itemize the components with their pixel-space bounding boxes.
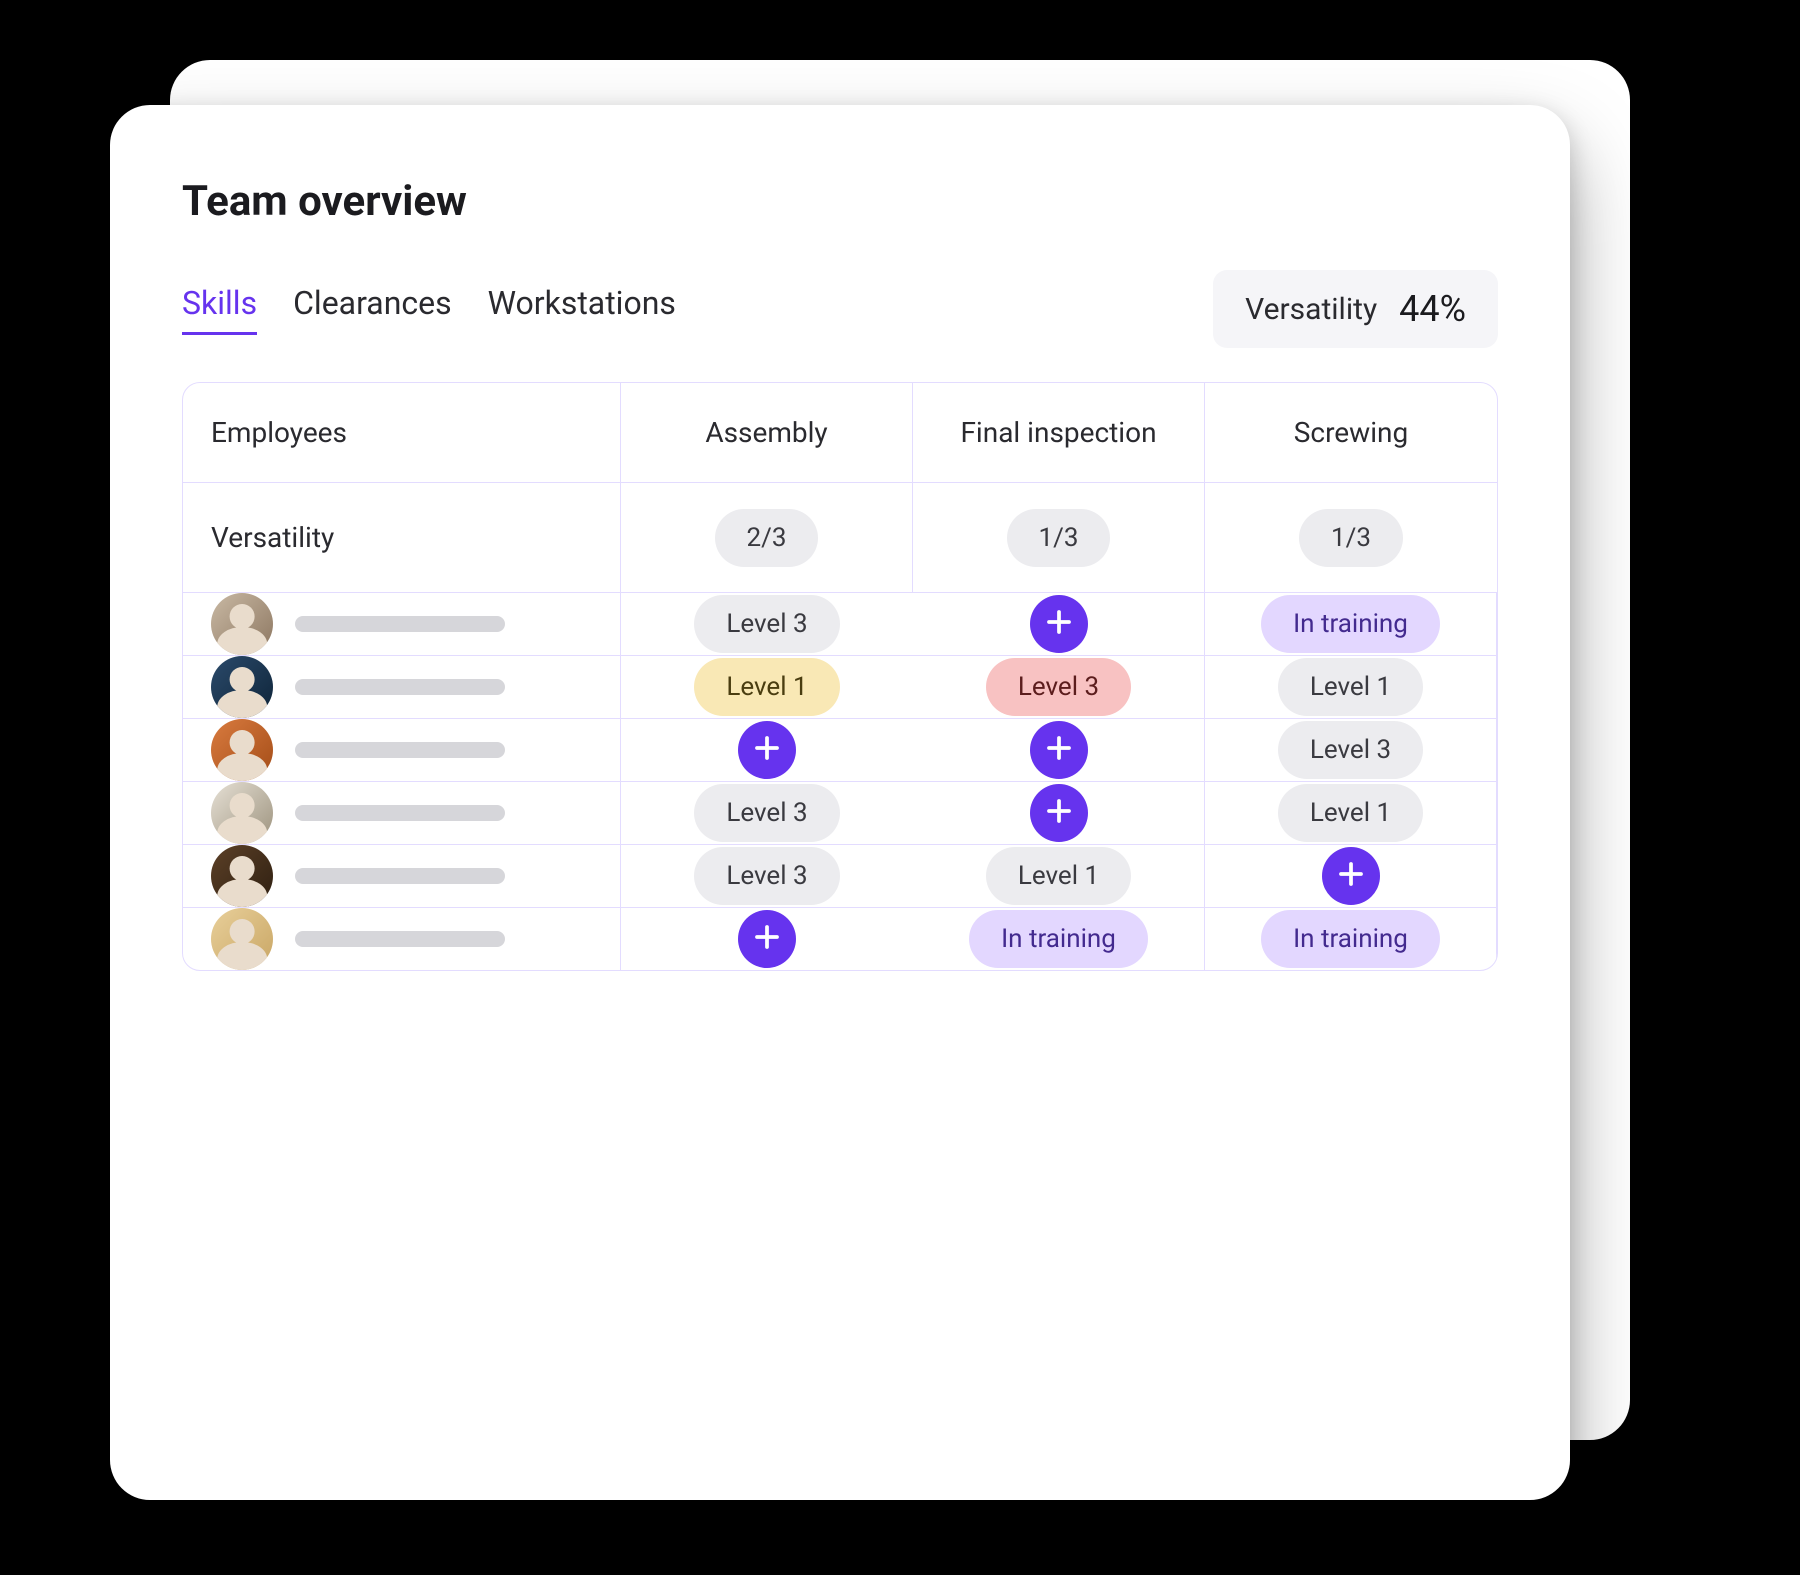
skill-pill[interactable]: Level 3 bbox=[1278, 721, 1423, 779]
tab-skills[interactable]: Skills bbox=[182, 284, 257, 335]
versatility-value: 44% bbox=[1399, 288, 1466, 330]
employee-name-placeholder bbox=[295, 679, 505, 695]
plus-icon bbox=[1336, 859, 1366, 893]
skill-cell: Level 3 bbox=[1205, 719, 1497, 782]
add-skill-button[interactable] bbox=[738, 910, 796, 968]
plus-icon bbox=[752, 922, 782, 956]
avatar bbox=[211, 782, 273, 844]
employee-cell[interactable] bbox=[183, 593, 621, 656]
tab-clearances[interactable]: Clearances bbox=[293, 284, 452, 335]
add-skill-button[interactable] bbox=[1030, 784, 1088, 842]
plus-icon bbox=[1044, 607, 1074, 641]
avatar bbox=[211, 656, 273, 718]
skill-cell: In training bbox=[913, 908, 1205, 970]
skill-cell: Level 3 bbox=[621, 845, 913, 908]
skill-pill[interactable]: Level 3 bbox=[694, 784, 839, 842]
skill-cell: Level 1 bbox=[913, 845, 1205, 908]
skill-cell: Level 3 bbox=[913, 656, 1205, 719]
skill-pill[interactable]: Level 1 bbox=[694, 658, 839, 716]
skill-pill[interactable]: Level 1 bbox=[986, 847, 1131, 905]
versatility-screwing: 1/3 bbox=[1205, 483, 1497, 593]
col-header-assembly: Assembly bbox=[621, 383, 913, 483]
plus-icon bbox=[752, 733, 782, 767]
tabs: Skills Clearances Workstations bbox=[182, 284, 676, 335]
skill-pill[interactable]: Level 3 bbox=[694, 595, 839, 653]
skill-cell: In training bbox=[1205, 593, 1497, 656]
skill-pill[interactable]: Level 1 bbox=[1278, 784, 1423, 842]
tab-workstations[interactable]: Workstations bbox=[488, 284, 676, 335]
avatar bbox=[211, 593, 273, 655]
employee-name-placeholder bbox=[295, 868, 505, 884]
add-skill-button[interactable] bbox=[738, 721, 796, 779]
col-header-screwing: Screwing bbox=[1205, 383, 1497, 483]
skill-pill[interactable]: In training bbox=[1261, 595, 1440, 653]
skill-pill[interactable]: Level 1 bbox=[1278, 658, 1423, 716]
skill-cell: Level 1 bbox=[621, 656, 913, 719]
avatar bbox=[211, 719, 273, 781]
add-skill-button[interactable] bbox=[1030, 721, 1088, 779]
tabs-row: Skills Clearances Workstations Versatili… bbox=[182, 270, 1498, 348]
add-skill-button[interactable] bbox=[1030, 595, 1088, 653]
employee-cell[interactable] bbox=[183, 845, 621, 908]
add-skill-button[interactable] bbox=[1322, 847, 1380, 905]
skill-cell bbox=[621, 719, 913, 782]
versatility-label: Versatility bbox=[1245, 292, 1377, 327]
skill-pill[interactable]: In training bbox=[969, 910, 1148, 968]
col-header-final-inspection: Final inspection bbox=[913, 383, 1205, 483]
avatar bbox=[211, 908, 273, 970]
skill-pill[interactable]: Level 3 bbox=[694, 847, 839, 905]
employee-name-placeholder bbox=[295, 616, 505, 632]
skill-cell: In training bbox=[1205, 908, 1497, 970]
skill-cell bbox=[913, 782, 1205, 845]
employee-name-placeholder bbox=[295, 805, 505, 821]
skill-cell bbox=[1205, 845, 1497, 908]
versatility-row-label: Versatility bbox=[183, 483, 621, 593]
skill-cell: Level 3 bbox=[621, 782, 913, 845]
skill-pill[interactable]: In training bbox=[1261, 910, 1440, 968]
employee-cell[interactable] bbox=[183, 782, 621, 845]
employee-name-placeholder bbox=[295, 931, 505, 947]
skill-pill[interactable]: Level 3 bbox=[986, 658, 1131, 716]
col-header-employees: Employees bbox=[183, 383, 621, 483]
plus-icon bbox=[1044, 733, 1074, 767]
employee-name-placeholder bbox=[295, 742, 505, 758]
skill-cell bbox=[913, 719, 1205, 782]
team-overview-card: Team overview Skills Clearances Workstat… bbox=[110, 105, 1570, 1500]
skill-cell: Level 1 bbox=[1205, 782, 1497, 845]
employee-cell[interactable] bbox=[183, 656, 621, 719]
employee-cell[interactable] bbox=[183, 719, 621, 782]
avatar bbox=[211, 845, 273, 907]
page-title: Team overview bbox=[182, 177, 1498, 226]
versatility-metric: Versatility 44% bbox=[1213, 270, 1498, 348]
skill-cell bbox=[621, 908, 913, 970]
employee-cell[interactable] bbox=[183, 908, 621, 970]
skill-cell bbox=[913, 593, 1205, 656]
plus-icon bbox=[1044, 796, 1074, 830]
versatility-assembly: 2/3 bbox=[621, 483, 913, 593]
skills-grid: Employees Assembly Final inspection Scre… bbox=[182, 382, 1498, 971]
skill-cell: Level 1 bbox=[1205, 656, 1497, 719]
skill-cell: Level 3 bbox=[621, 593, 913, 656]
versatility-final-inspection: 1/3 bbox=[913, 483, 1205, 593]
